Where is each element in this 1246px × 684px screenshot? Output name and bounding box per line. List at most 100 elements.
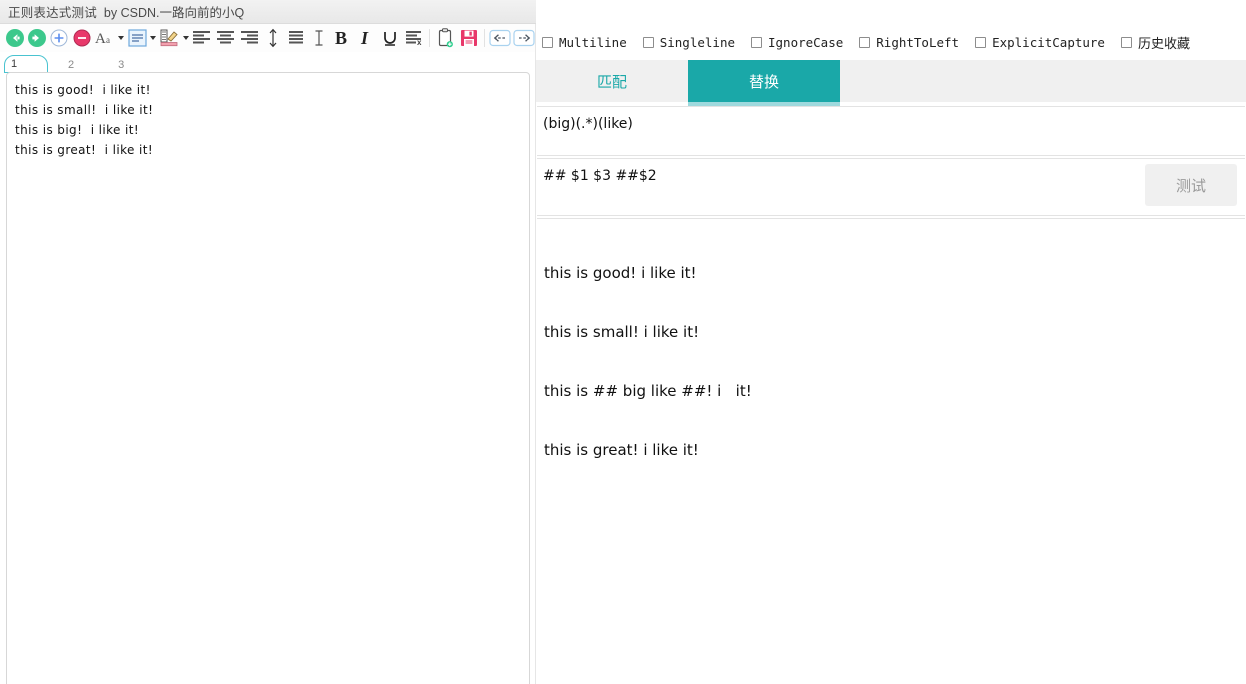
clipboard-plus-icon [438,28,453,48]
highlight-color-button[interactable] [157,25,181,51]
font-size-icon: A a [95,31,110,47]
option-label: Singleline [659,34,735,50]
application-window: 正则表达式测试 by CSDN.一路向前的小Q A a B I x 1 2 3 … [0,0,1246,684]
tab-match[interactable]: 匹配 [536,60,688,102]
result-output: this is good! i like it! this is small! … [537,219,1245,496]
checkbox-history-favorites[interactable] [1120,36,1132,48]
minus-circle-icon [73,29,91,47]
checkbox-singleline[interactable] [642,36,654,48]
document-tab-3[interactable]: 3 [112,58,134,72]
align-center-icon [217,31,235,44]
align-left-icon [193,31,211,44]
option-label: Multiline [559,34,627,50]
option-ignorecase[interactable]: IgnoreCase [751,35,843,50]
source-line: this is big! i like it! [15,123,140,137]
align-justify-button[interactable] [284,25,308,51]
option-label: IgnoreCase [768,34,844,50]
window-subtitle: by CSDN.一路向前的小Q [103,6,245,20]
line-style-icon [127,29,147,47]
align-right-button[interactable] [238,25,262,51]
underline-icon [384,32,396,46]
source-line: this is great! i like it! [15,143,154,157]
arrow-left-circle-icon [6,29,25,47]
result-line: this is ## big like ##! i it! [544,382,752,400]
bold-icon: B [335,28,347,48]
highlight-dropdown-caret[interactable] [181,25,189,51]
svg-text:B: B [335,28,347,48]
arrow-right-box-icon [513,29,535,47]
svg-text:I: I [360,28,369,48]
italic-button[interactable]: I [354,25,378,51]
redo-button[interactable] [512,25,536,51]
bold-button[interactable]: B [330,25,354,51]
option-multiline[interactable]: Multiline [542,35,627,50]
option-label: RightToLeft [876,34,960,50]
back-button[interactable] [4,25,26,51]
replacement-input[interactable]: ## $1 $3 ##$2 [537,159,1245,184]
test-button[interactable]: 测试 [1145,164,1237,206]
checkbox-explicitcapture[interactable] [975,36,987,48]
svg-text:A: A [95,31,106,47]
align-left-button[interactable] [190,25,214,51]
underline-button[interactable] [378,25,402,51]
checkbox-righttoleft[interactable] [859,36,871,48]
result-output-container: this is good! i like it! this is small! … [537,218,1245,684]
left-editor-pane: 1 2 3 this is good! i like it! this is s… [0,52,536,684]
replacement-input-container[interactable]: ## $1 $3 ##$2 [537,158,1245,216]
option-explicitcapture[interactable]: ExplicitCapture [975,35,1105,50]
save-button[interactable] [457,25,481,51]
align-right-icon [241,31,259,44]
option-righttoleft[interactable]: RightToLeft [859,35,959,50]
font-button[interactable]: A a [93,25,117,51]
line-height-icon [269,28,277,48]
svg-text:x: x [417,38,422,46]
undo-button[interactable] [488,25,512,51]
regex-input[interactable]: (big)(.*)(like) [537,107,1245,132]
remove-button[interactable] [71,25,93,51]
regex-input-container[interactable]: (big)(.*)(like) [537,106,1245,156]
add-button[interactable] [48,25,70,51]
clear-format-icon: x [405,31,422,46]
italic-icon: I [360,28,369,48]
paint-palette-icon [160,29,178,47]
text-cursor-icon [315,30,323,46]
option-history-favorites[interactable]: 历史收藏 [1120,33,1190,52]
checkbox-ignorecase[interactable] [751,36,762,48]
line-style-dropdown-caret[interactable] [149,25,157,51]
plus-circle-icon [50,29,68,47]
tab-replace[interactable]: 替换 [688,60,840,106]
toolbar-separator [429,29,431,47]
align-center-button[interactable] [214,25,238,51]
option-label: ExplicitCapture [992,34,1105,50]
align-justify-icon [288,31,303,44]
svg-text:a: a [106,35,110,45]
line-height-button[interactable] [262,25,284,51]
option-label: 历史收藏 [1137,36,1190,52]
document-tab-1[interactable]: 1 [4,55,48,73]
right-regex-pane: Multiline Singleline IgnoreCase RightToL… [536,0,1246,684]
toolbar-separator [484,29,486,47]
result-line: this is small! i like it! [544,323,700,341]
floppy-save-icon [461,30,478,46]
mode-tab-bar: 匹配 替换 [536,60,1246,106]
line-style-button[interactable] [125,25,149,51]
source-text-editor[interactable]: this is good! i like it! this is small! … [6,72,530,684]
forward-button[interactable] [26,25,48,51]
arrow-right-circle-icon [28,29,47,47]
result-line: this is good! i like it! [544,264,697,282]
formatting-toolbar: A a B I x [0,24,536,52]
source-text-content: this is good! i like it! this is small! … [7,73,529,160]
clear-format-button[interactable]: x [402,25,426,51]
document-tab-2[interactable]: 2 [62,58,84,72]
result-line: this is great! i like it! [544,441,699,459]
checkbox-multiline[interactable] [542,36,553,48]
source-line: this is small! i like it! [15,103,154,117]
option-singleline[interactable]: Singleline [642,34,735,50]
text-cursor-button[interactable] [308,25,330,51]
source-line: this is good! i like it! [15,83,151,97]
regex-options-bar: Multiline Singleline IgnoreCase RightToL… [536,24,1246,60]
font-dropdown-caret[interactable] [117,25,125,51]
paste-button[interactable] [433,25,457,51]
window-title: 正则表达式测试 [8,6,97,20]
document-tabs: 1 2 3 [0,52,536,73]
